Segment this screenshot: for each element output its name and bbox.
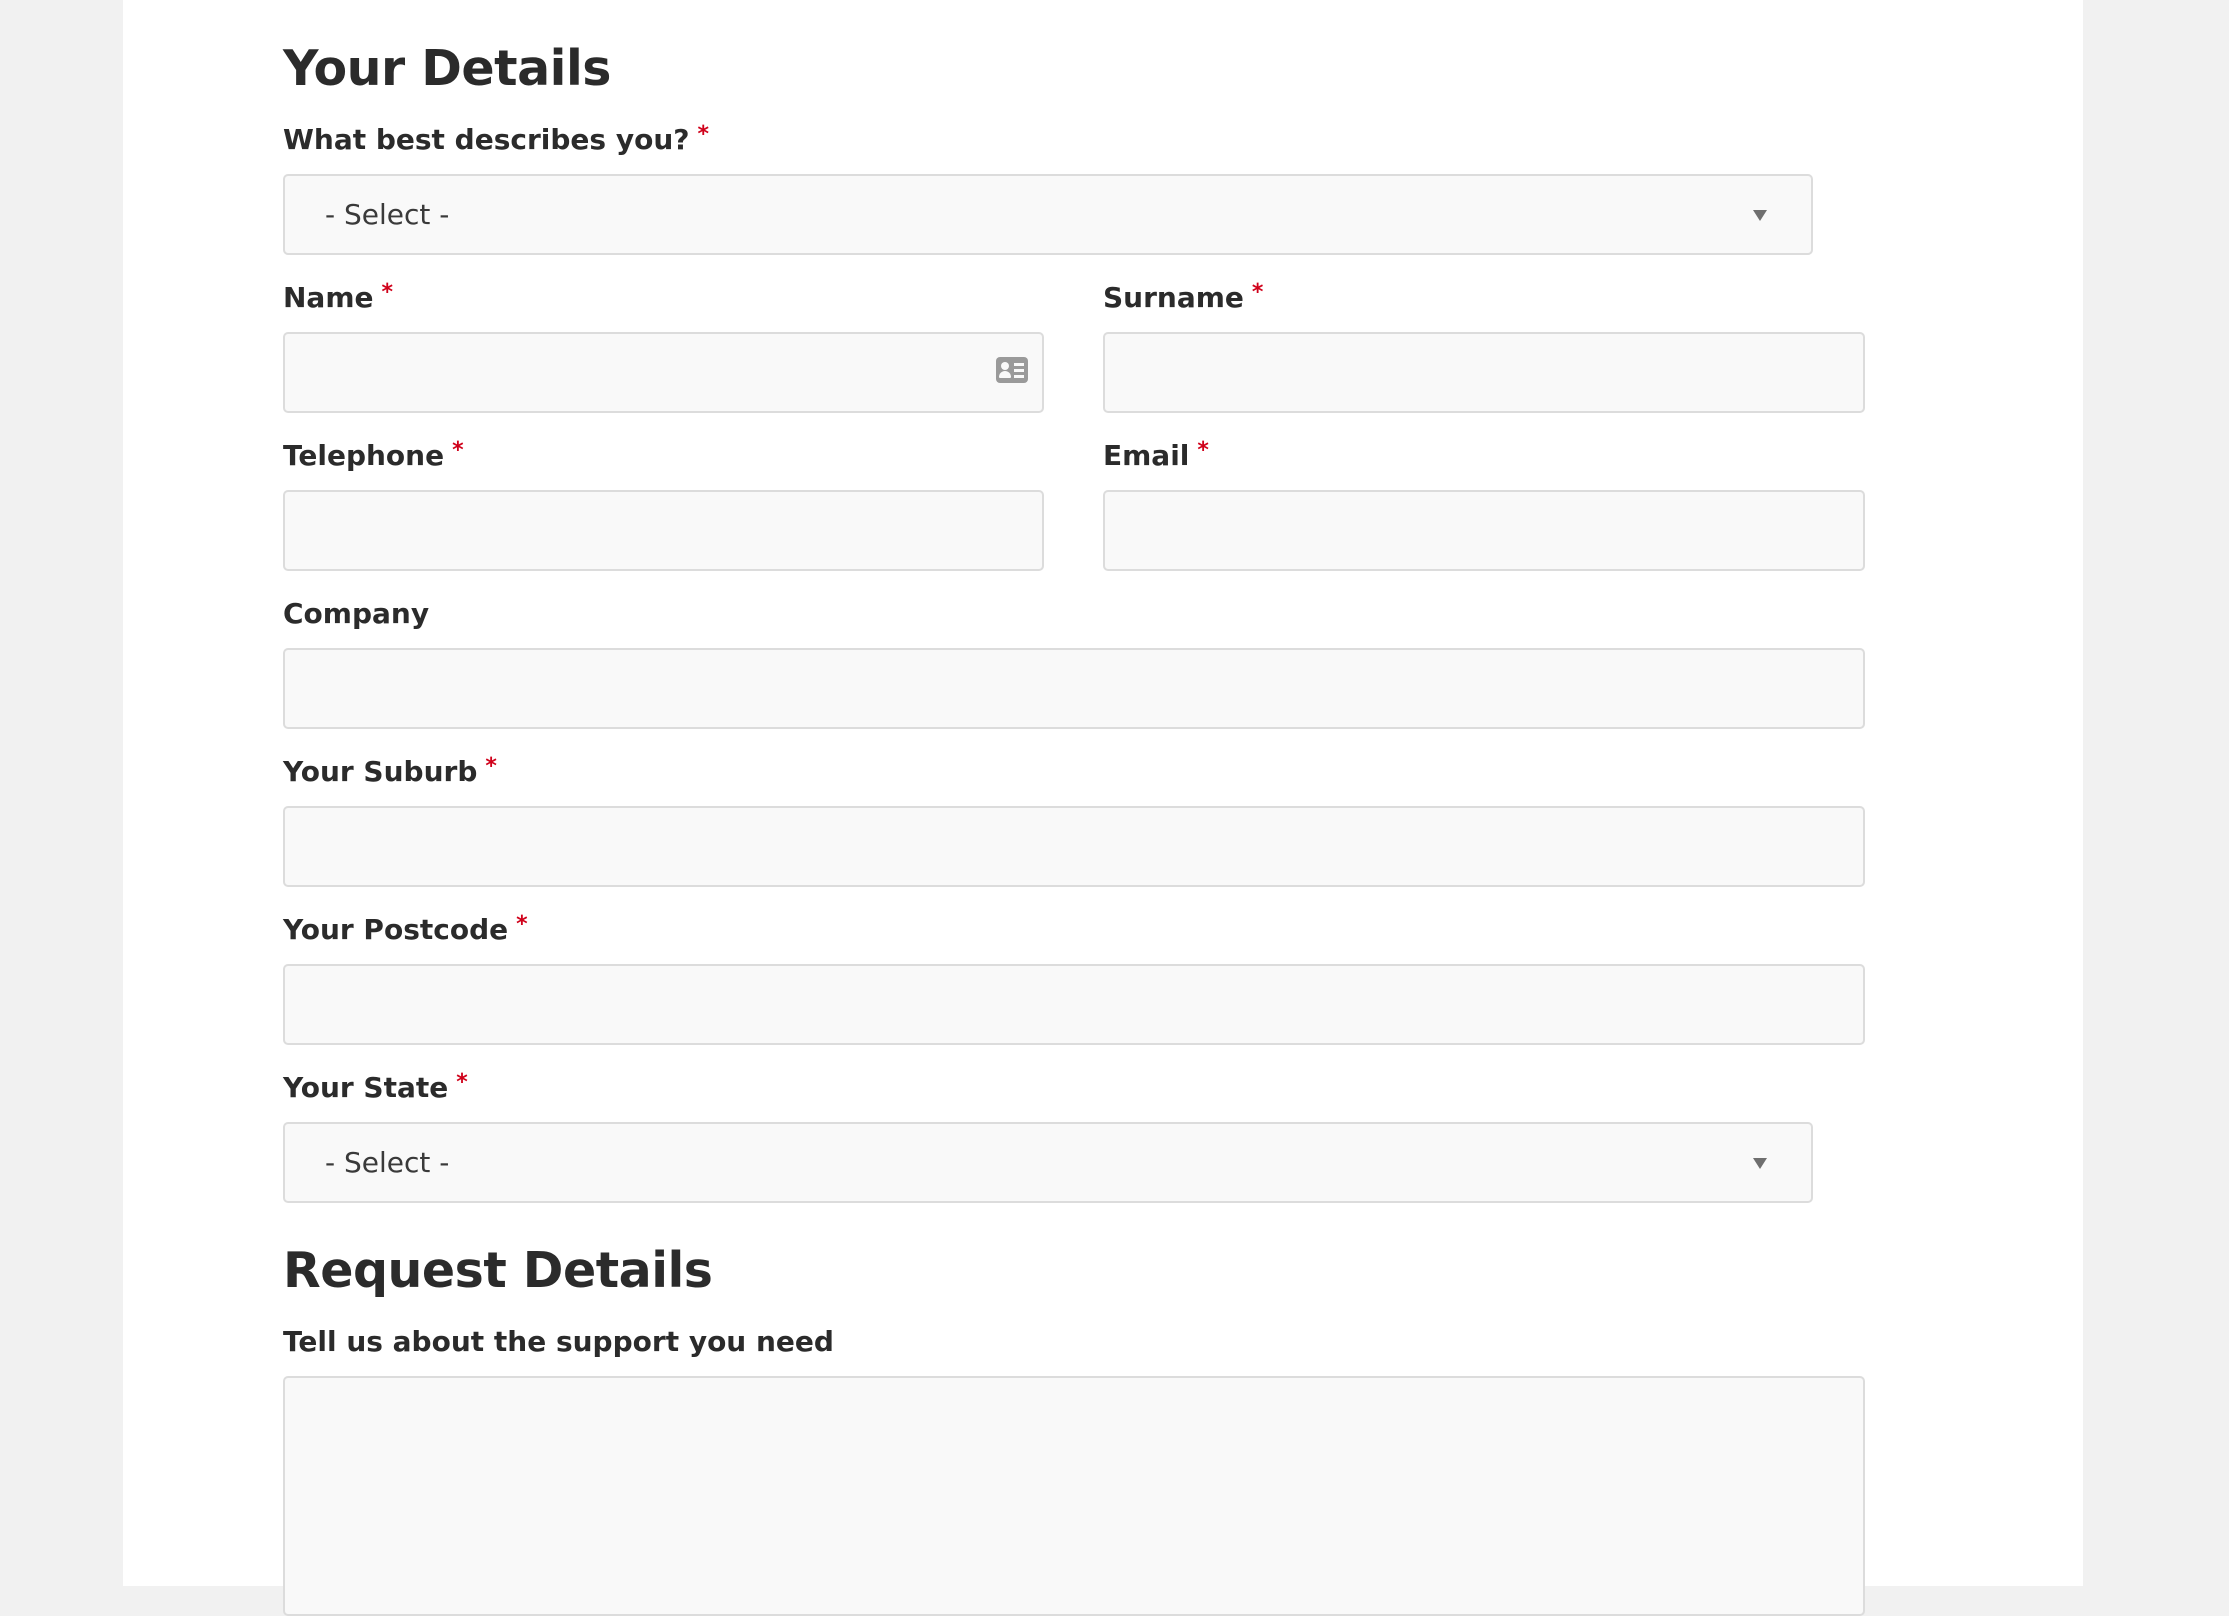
describes-label-text: What best describes you? — [283, 123, 690, 156]
required-asterisk: * — [456, 1070, 468, 1095]
telephone-input[interactable] — [283, 490, 1044, 571]
support-textarea[interactable] — [283, 1376, 1865, 1616]
postcode-label: Your Postcode * — [283, 913, 528, 946]
required-asterisk: * — [1251, 280, 1264, 305]
postcode-label-text: Your Postcode — [283, 913, 509, 946]
company-label: Company — [283, 600, 429, 628]
state-select[interactable]: - Select - — [283, 1122, 1813, 1203]
name-label: Name * — [283, 281, 393, 314]
your-details-heading: Your Details — [283, 40, 611, 97]
support-label-text: Tell us about the support you need — [283, 1325, 834, 1358]
support-label: Tell us about the support you need — [283, 1328, 834, 1356]
required-asterisk: * — [381, 280, 394, 305]
email-label: Email * — [1103, 439, 1209, 472]
request-details-heading: Request Details — [283, 1242, 713, 1299]
telephone-label: Telephone * — [283, 439, 464, 472]
telephone-label-text: Telephone — [283, 439, 445, 472]
state-label: Your State * — [283, 1071, 468, 1104]
name-input[interactable] — [283, 332, 1044, 413]
caret-down-icon — [1753, 1157, 1767, 1169]
state-select-value: - Select - — [325, 1146, 450, 1179]
suburb-input[interactable] — [283, 806, 1865, 887]
required-asterisk: * — [1197, 438, 1209, 463]
describes-label: What best describes you? * — [283, 123, 709, 156]
required-asterisk: * — [516, 912, 528, 937]
required-asterisk: * — [452, 438, 464, 463]
caret-down-icon — [1753, 209, 1767, 221]
email-input[interactable] — [1103, 490, 1865, 571]
surname-label-text: Surname — [1103, 281, 1244, 314]
name-label-text: Name — [283, 281, 374, 314]
company-label-text: Company — [283, 597, 430, 630]
suburb-label-text: Your Suburb — [283, 755, 478, 788]
state-label-text: Your State — [283, 1071, 449, 1104]
describes-select[interactable]: - Select - — [283, 174, 1813, 255]
form-card: Your Details What best describes you? * -… — [123, 0, 2083, 1616]
contact-card-icon[interactable] — [996, 357, 1028, 383]
surname-label: Surname * — [1103, 281, 1263, 314]
suburb-label: Your Suburb * — [283, 755, 497, 788]
surname-input[interactable] — [1103, 332, 1865, 413]
required-asterisk: * — [485, 754, 497, 779]
required-asterisk: * — [697, 122, 710, 147]
describes-select-value: - Select - — [325, 198, 450, 231]
email-label-text: Email — [1103, 439, 1190, 472]
company-input[interactable] — [283, 648, 1865, 729]
postcode-input[interactable] — [283, 964, 1865, 1045]
